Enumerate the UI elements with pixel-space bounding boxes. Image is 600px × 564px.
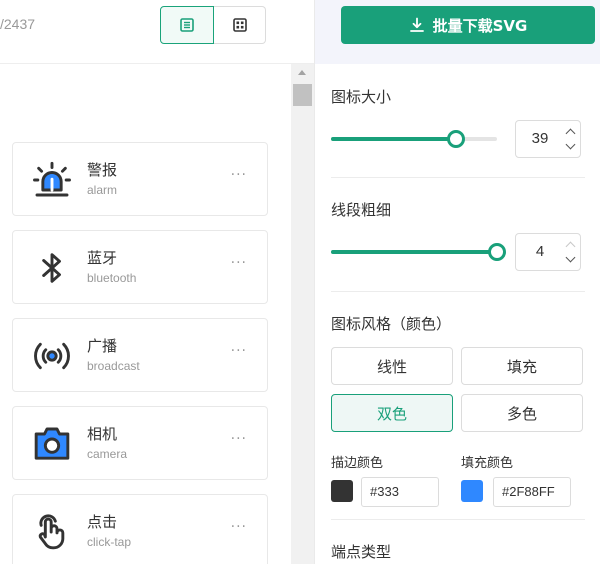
batch-download-label: 批量下载SVG (432, 16, 528, 35)
icon-name-zh: 相机 (87, 425, 118, 443)
download-icon (409, 17, 424, 32)
increment-icon[interactable] (565, 241, 576, 252)
bluetooth-icon (31, 247, 73, 289)
batch-download-svg-button[interactable]: 批量下载SVG (341, 6, 595, 44)
stroke-color-label: 描边颜色 (331, 456, 384, 471)
icon-name-en: broadcast (87, 359, 140, 373)
click-tap-icon (31, 511, 73, 553)
more-options-button[interactable]: ··· (231, 167, 247, 183)
icon-size-slider-knob[interactable] (446, 130, 465, 148)
icon-name-en: bluetooth (87, 271, 137, 285)
stroke-width-title: 线段粗细 (331, 201, 392, 219)
list-toolbar: /2437 (0, 0, 314, 64)
icon-size-arrows (562, 121, 580, 157)
grid-view-button[interactable] (214, 6, 266, 44)
stroke-width-value[interactable]: 4 (516, 234, 564, 270)
icon-name-zh: 蓝牙 (87, 249, 118, 267)
settings-panel: 批量下载SVG 图标大小 39 线段粗细 4 图标风格（颜色） 线性 填充 双色… (314, 0, 600, 564)
icon-card-bluetooth[interactable]: 蓝牙 bluetooth ··· (12, 230, 268, 304)
divider (331, 177, 585, 178)
stroke-width-stepper[interactable]: 4 (515, 233, 581, 271)
icon-list-pane: /2437 警报 alarm ··· 蓝牙 bluetooth ··· 广播 b… (0, 0, 314, 564)
icon-card-broadcast[interactable]: 广播 broadcast ··· (12, 318, 268, 392)
increment-icon[interactable] (565, 128, 576, 139)
icon-size-value[interactable]: 39 (516, 121, 564, 157)
icon-name-zh: 广播 (87, 337, 118, 355)
broadcast-icon (31, 335, 73, 377)
view-toggle (160, 6, 266, 44)
icon-name-en: camera (87, 447, 128, 461)
icon-name-zh: 点击 (87, 513, 118, 531)
decrement-icon[interactable] (565, 139, 576, 150)
stroke-color-swatch[interactable] (331, 480, 353, 502)
style-option-multi-color[interactable]: 多色 (461, 394, 583, 432)
icon-name-zh: 警报 (87, 161, 118, 179)
icon-name-en: alarm (87, 183, 118, 197)
alarm-icon (31, 159, 73, 201)
style-option-outline[interactable]: 线性 (331, 347, 453, 385)
more-options-button[interactable]: ··· (231, 519, 247, 535)
stroke-color-input[interactable]: #333 (361, 477, 439, 507)
scroll-thumb[interactable] (293, 84, 312, 106)
more-options-button[interactable]: ··· (231, 431, 247, 447)
icon-size-slider-fill (331, 137, 456, 141)
icon-count: /2437 (0, 16, 36, 32)
divider (331, 519, 585, 520)
style-option-filled[interactable]: 填充 (461, 347, 583, 385)
icon-size-slider[interactable] (331, 130, 497, 148)
style-option-two-tone[interactable]: 双色 (331, 394, 453, 432)
icon-list: 警报 alarm ··· 蓝牙 bluetooth ··· 广播 broadca… (12, 142, 268, 564)
download-bar: 批量下载SVG (315, 0, 600, 64)
decrement-icon[interactable] (565, 252, 576, 263)
icon-card-camera[interactable]: 相机 camera ··· (12, 406, 268, 480)
icon-style-title: 图标风格（颜色） (331, 315, 452, 333)
more-options-button[interactable]: ··· (231, 255, 247, 271)
fill-color-label: 填充颜色 (461, 456, 514, 471)
grid-view-icon (232, 18, 247, 32)
stroke-width-slider-fill (331, 250, 497, 254)
scroll-up-arrow-icon[interactable] (298, 70, 306, 75)
icon-card-alarm[interactable]: 警报 alarm ··· (12, 142, 268, 216)
list-scrollbar[interactable] (291, 64, 314, 564)
stroke-width-slider-knob[interactable] (488, 243, 506, 261)
icon-size-title: 图标大小 (331, 88, 392, 106)
stroke-width-arrows (562, 234, 580, 270)
icon-card-click-tap[interactable]: 点击 click-tap ··· (12, 494, 268, 564)
stroke-width-slider[interactable] (331, 243, 506, 261)
fill-color-input[interactable]: #2F88FF (493, 477, 571, 507)
list-view-icon (180, 18, 194, 32)
more-options-button[interactable]: ··· (231, 343, 247, 359)
divider (331, 291, 585, 292)
camera-icon (31, 423, 73, 465)
fill-color-swatch[interactable] (461, 480, 483, 502)
icon-size-stepper[interactable]: 39 (515, 120, 581, 158)
endpoint-type-title: 端点类型 (331, 543, 392, 561)
icon-name-en: click-tap (87, 535, 132, 549)
list-view-button[interactable] (160, 6, 214, 44)
